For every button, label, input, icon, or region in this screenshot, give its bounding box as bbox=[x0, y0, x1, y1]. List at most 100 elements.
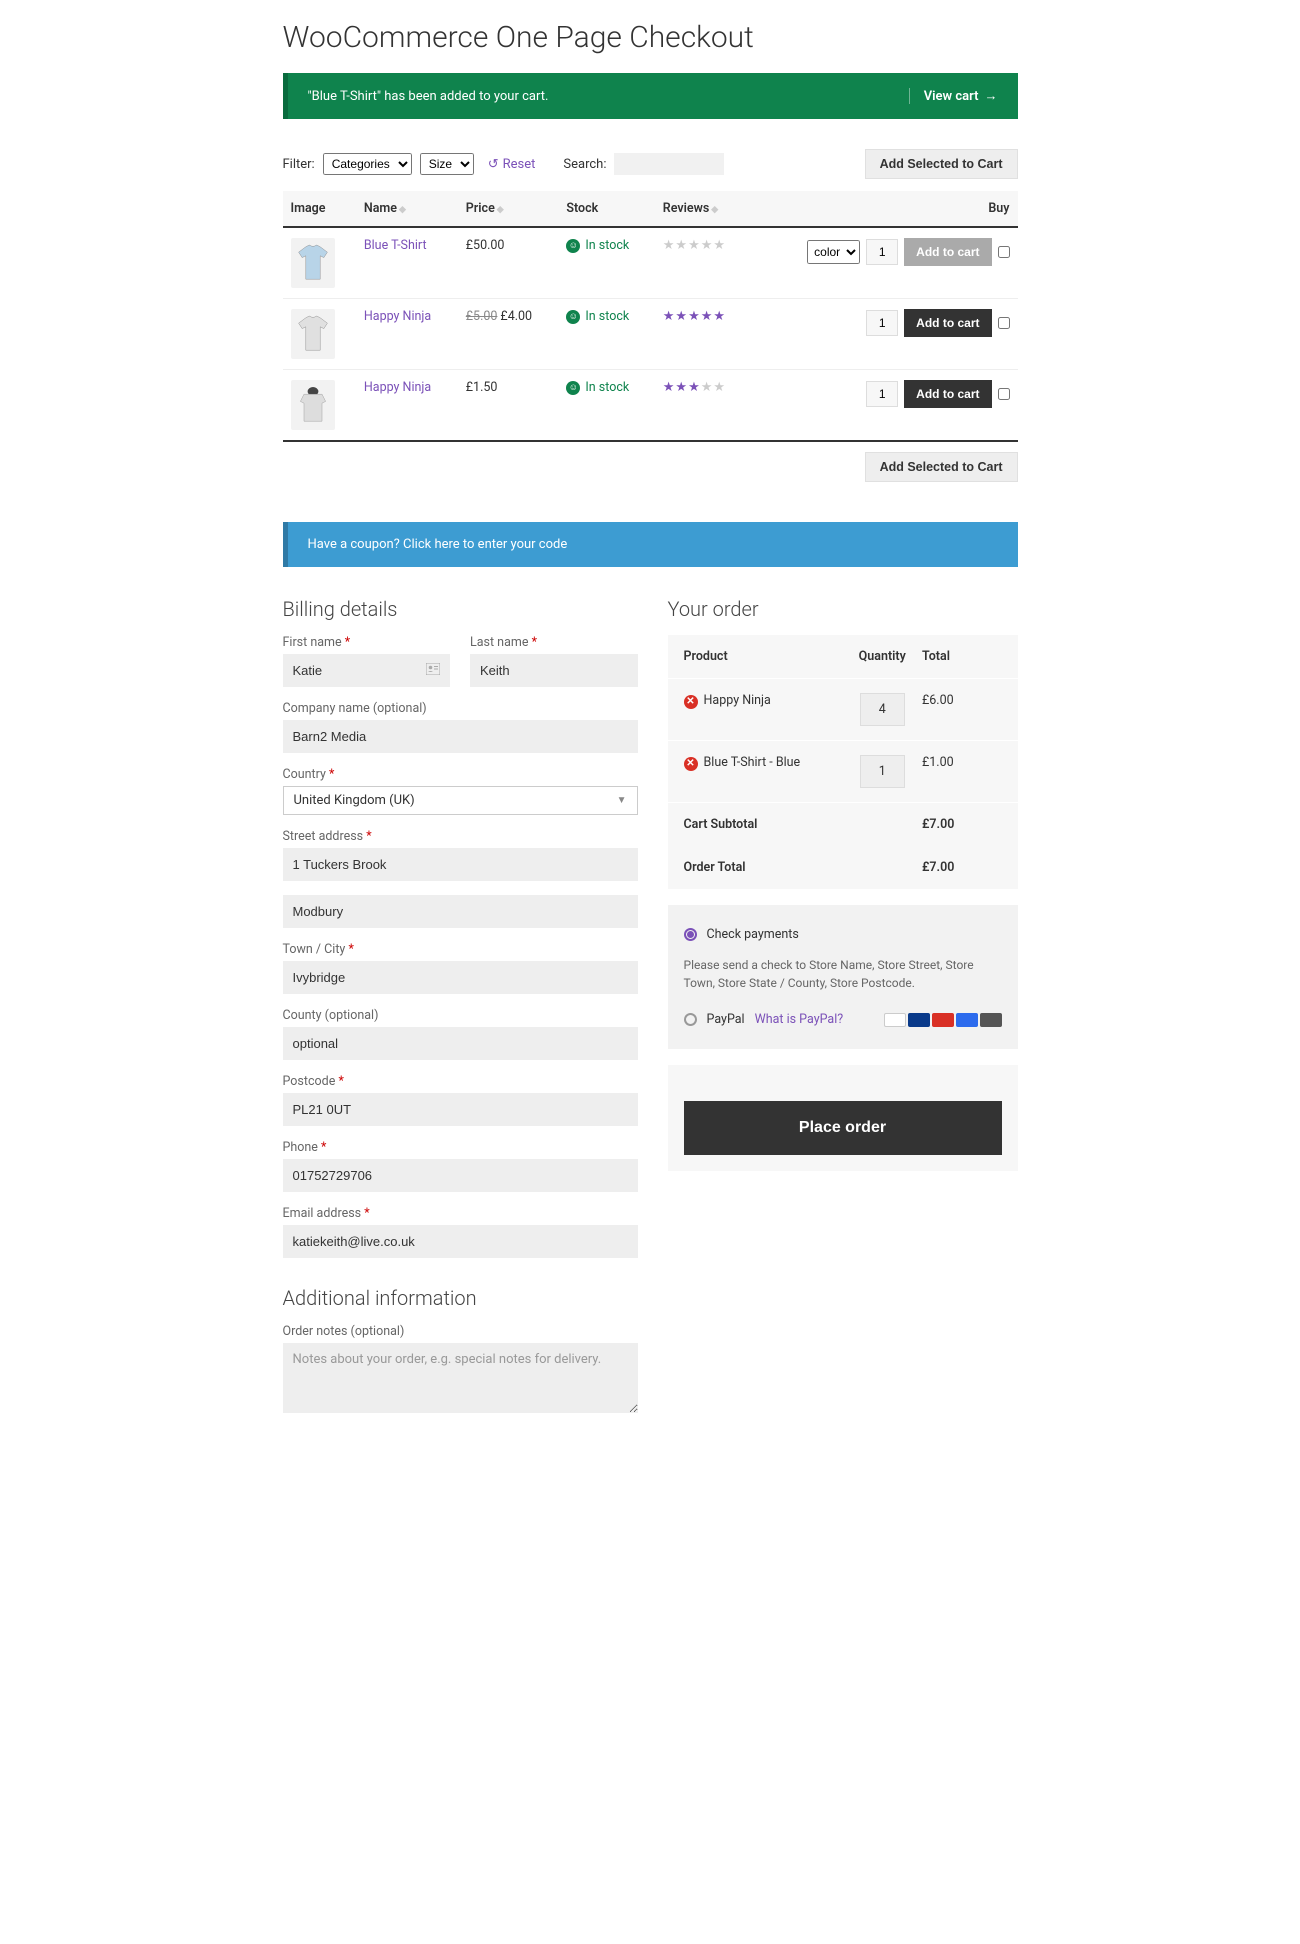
rating-stars: ★★★★★ bbox=[663, 309, 743, 324]
payment-check[interactable]: Check payments bbox=[684, 921, 1002, 948]
remove-item-icon[interactable]: ✕ bbox=[684, 757, 698, 771]
smiley-icon: ☺ bbox=[566, 310, 580, 324]
star-icon: ★ bbox=[688, 238, 700, 253]
order-hdr-total: Total bbox=[922, 649, 1002, 664]
filter-reset[interactable]: ↺ Reset bbox=[488, 157, 536, 172]
first-name-field[interactable] bbox=[283, 654, 451, 687]
rating-stars: ★★★★★ bbox=[663, 380, 743, 395]
order-item-qty[interactable]: 4 bbox=[860, 693, 905, 726]
total-label: Order Total bbox=[684, 860, 843, 875]
paypal-what-link[interactable]: What is PayPal? bbox=[755, 1012, 844, 1027]
street-field[interactable] bbox=[283, 848, 638, 881]
view-cart-link[interactable]: View cart → bbox=[909, 88, 998, 104]
email-label: Email address * bbox=[283, 1206, 638, 1221]
star-icon: ★ bbox=[663, 238, 675, 253]
select-checkbox[interactable] bbox=[998, 317, 1010, 329]
filter-size-select[interactable]: Size bbox=[420, 153, 474, 175]
order-item-name: Happy Ninja bbox=[704, 693, 771, 708]
variant-select[interactable]: color bbox=[807, 240, 860, 264]
county-field[interactable] bbox=[283, 1027, 638, 1060]
star-icon: ★ bbox=[675, 238, 687, 253]
order-item-qty[interactable]: 1 bbox=[860, 755, 905, 788]
star-icon: ★ bbox=[675, 380, 687, 395]
radio-icon bbox=[684, 1013, 697, 1026]
reset-label: Reset bbox=[503, 157, 536, 172]
th-stock: Stock bbox=[558, 191, 654, 227]
product-image[interactable] bbox=[291, 238, 335, 288]
th-image: Image bbox=[283, 191, 356, 227]
cart-notice: "Blue T-Shirt" has been added to your ca… bbox=[283, 73, 1018, 119]
th-buy: Buy bbox=[750, 191, 1017, 227]
product-name-link[interactable]: Happy Ninja bbox=[364, 380, 431, 395]
star-icon: ★ bbox=[688, 380, 700, 395]
qty-input[interactable] bbox=[866, 310, 898, 336]
product-price: £50.00 bbox=[458, 227, 559, 299]
star-icon: ★ bbox=[713, 380, 725, 395]
email-field[interactable] bbox=[283, 1225, 638, 1258]
street2-field[interactable] bbox=[283, 895, 638, 928]
star-icon: ★ bbox=[688, 309, 700, 324]
smiley-icon: ☺ bbox=[566, 239, 580, 253]
select-checkbox[interactable] bbox=[998, 246, 1010, 258]
order-summary: Product Quantity Total ✕Happy Ninja4£6.0… bbox=[668, 635, 1018, 889]
th-price[interactable]: Price◆ bbox=[458, 191, 559, 227]
smiley-icon: ☺ bbox=[566, 381, 580, 395]
qty-input[interactable] bbox=[866, 239, 898, 265]
filter-categories-select[interactable]: Categories bbox=[323, 153, 412, 175]
radio-checked-icon bbox=[684, 928, 697, 941]
qty-input[interactable] bbox=[866, 381, 898, 407]
product-image[interactable] bbox=[291, 309, 335, 359]
select-checkbox[interactable] bbox=[998, 388, 1010, 400]
order-item: ✕ Happy Ninja 4 £6.00 bbox=[668, 678, 1018, 740]
company-field[interactable] bbox=[283, 720, 638, 753]
last-name-label: Last name * bbox=[470, 635, 638, 650]
star-icon: ★ bbox=[701, 238, 713, 253]
sort-icon: ◆ bbox=[497, 205, 504, 215]
table-row: Happy Ninja £1.50 ☺In stock ★★★★★ Add to car… bbox=[283, 370, 1018, 442]
phone-field[interactable] bbox=[283, 1159, 638, 1192]
product-name-link[interactable]: Blue T-Shirt bbox=[364, 238, 427, 253]
payment-card-icons bbox=[884, 1013, 1002, 1027]
product-price: £1.50 bbox=[458, 370, 559, 442]
check-label: Check payments bbox=[707, 927, 799, 942]
star-icon: ★ bbox=[713, 238, 725, 253]
undo-icon: ↺ bbox=[488, 157, 499, 172]
first-name-label: First name * bbox=[283, 635, 451, 650]
stock-status: ☺In stock bbox=[566, 380, 646, 395]
add-to-cart-button[interactable]: Add to cart bbox=[904, 309, 991, 337]
stock-status: ☺In stock bbox=[566, 238, 646, 253]
check-description: Please send a check to Store Name, Store… bbox=[684, 948, 1002, 1006]
add-selected-bottom-button[interactable]: Add Selected to Cart bbox=[865, 452, 1018, 482]
order-item-total: £1.00 bbox=[922, 755, 1002, 788]
company-label: Company name (optional) bbox=[283, 701, 638, 716]
subtotal-value: £7.00 bbox=[922, 817, 1002, 832]
th-reviews[interactable]: Reviews◆ bbox=[655, 191, 751, 227]
order-notes-field[interactable] bbox=[283, 1343, 638, 1413]
coupon-prompt: Have a coupon? bbox=[308, 537, 400, 552]
last-name-field[interactable] bbox=[470, 654, 638, 687]
star-icon: ★ bbox=[663, 309, 675, 324]
product-name-link[interactable]: Happy Ninja bbox=[364, 309, 431, 324]
product-image[interactable] bbox=[291, 380, 335, 430]
star-icon: ★ bbox=[701, 309, 713, 324]
sort-icon: ◆ bbox=[711, 205, 718, 215]
order-item-total: £6.00 bbox=[922, 693, 1002, 726]
order-title: Your order bbox=[668, 597, 1018, 621]
coupon-bar[interactable]: Have a coupon? Click here to enter your … bbox=[283, 522, 1018, 567]
additional-title: Additional information bbox=[283, 1286, 638, 1310]
add-to-cart-button[interactable]: Add to cart bbox=[904, 380, 991, 408]
add-to-cart-button[interactable]: Add to cart bbox=[904, 238, 991, 266]
postcode-field[interactable] bbox=[283, 1093, 638, 1126]
add-selected-top-button[interactable]: Add Selected to Cart bbox=[865, 149, 1018, 179]
total-value: £7.00 bbox=[922, 860, 1002, 875]
country-select[interactable]: United Kingdom (UK) ▼ bbox=[283, 786, 638, 815]
payment-paypal[interactable]: PayPal What is PayPal? bbox=[684, 1006, 1002, 1033]
star-icon: ★ bbox=[701, 380, 713, 395]
th-name[interactable]: Name◆ bbox=[356, 191, 458, 227]
city-label: Town / City * bbox=[283, 942, 638, 957]
remove-item-icon[interactable]: ✕ bbox=[684, 695, 698, 709]
star-icon: ★ bbox=[713, 309, 725, 324]
place-order-button[interactable]: Place order bbox=[684, 1101, 1002, 1155]
city-field[interactable] bbox=[283, 961, 638, 994]
search-input[interactable] bbox=[614, 153, 724, 175]
